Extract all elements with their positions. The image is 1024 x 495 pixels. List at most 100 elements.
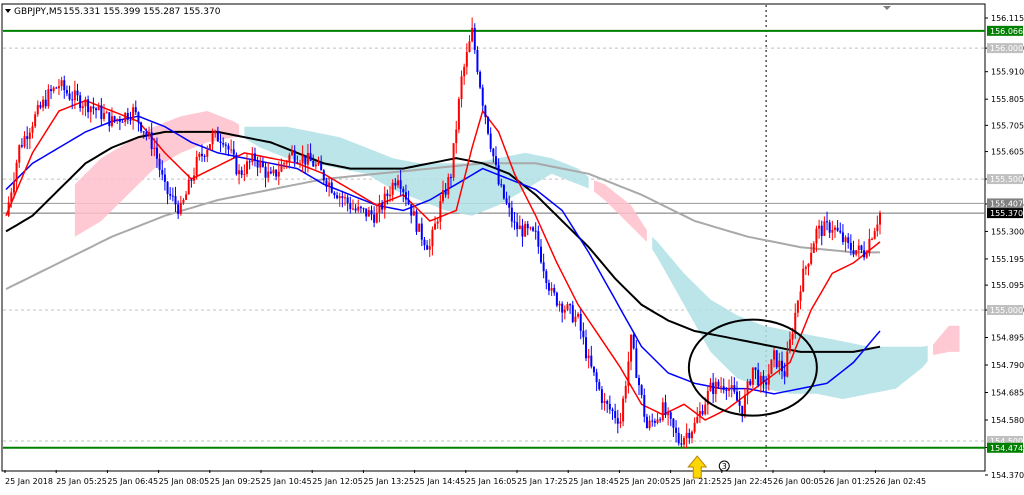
candle-body-bear (510, 207, 513, 222)
price-label-text: 154.474 (990, 444, 1023, 453)
chart-canvas[interactable]: 3 156.115 156.000 155.910 155.805 155.705 155… (0, 0, 1024, 491)
x-tick-label: 25 Jan 12:05 (312, 477, 363, 486)
candle-body-bear (839, 230, 842, 233)
candle-body-bull (187, 179, 190, 195)
x-tick-label: 25 Jan 18:45 (568, 477, 619, 486)
candle-body-bear (370, 210, 373, 215)
x-tick-label: 26 Jan 01:25 (824, 477, 875, 486)
chart-window[interactable]: 3 156.115 156.000 155.910 155.805 155.705 155… (0, 0, 1024, 491)
candle-body-bear (150, 132, 153, 150)
candle-body-bear (92, 106, 95, 109)
candle-body-bear (79, 95, 82, 108)
candle-body-bear (712, 382, 715, 394)
candle-body-bear (680, 443, 683, 445)
candle-body-bull (238, 170, 241, 175)
candle-body-bull (97, 105, 100, 111)
candle-body-bear (126, 112, 129, 120)
candle-body-bull (389, 194, 392, 197)
candle-body-bull (285, 162, 288, 164)
candle-body-bear (346, 197, 349, 204)
candle-body-bull (743, 394, 746, 417)
candle-body-bear (420, 223, 423, 240)
candle-body-bull (693, 422, 696, 432)
candle-body-bear (325, 180, 328, 187)
candle-body-bull (759, 375, 762, 386)
candle-body-bear (232, 149, 235, 155)
candle-body-bear (637, 377, 640, 386)
candle-body-bull (865, 253, 868, 258)
candle-body-bear (749, 381, 752, 385)
candle-body-bear (487, 116, 490, 134)
candle-body-bear (775, 350, 778, 368)
candle-body-bear (253, 153, 256, 161)
candle-body-bull (831, 229, 834, 233)
candle-body-bull (272, 169, 275, 174)
candle-body-bear (142, 131, 145, 133)
candle-body-bear (762, 375, 765, 383)
candle-body-bull (815, 228, 818, 244)
candle-body-bear (781, 360, 784, 372)
candle-body-bull (185, 194, 188, 200)
candle-body-bull (338, 196, 341, 199)
candle-body-bull (876, 224, 879, 232)
candle-body-bear (754, 367, 757, 370)
candle-body-bear (616, 418, 619, 424)
candle-body-bear (68, 93, 71, 100)
candle-body-bear (828, 222, 831, 233)
candle-body-bear (651, 420, 654, 422)
candle-body-bull (198, 153, 201, 157)
candle-body-bear (526, 223, 529, 229)
candle-body-bull (351, 208, 354, 210)
y-tick-label: 154.370 (991, 471, 1024, 480)
candle-body-bull (667, 412, 670, 416)
candle-body-bear (555, 292, 558, 306)
candle-body-bull (259, 161, 262, 168)
candle-body-bear (494, 156, 497, 165)
candle-body-bull (619, 421, 622, 424)
candle-body-bear (163, 174, 166, 182)
candle-body-bull (627, 361, 630, 386)
candle-body-bear (659, 419, 662, 421)
candle-body-bull (375, 212, 378, 223)
candle-body-bull (214, 130, 217, 134)
x-tick-label: 25 Jan 09:25 (210, 477, 261, 486)
candle-body-bull (28, 132, 31, 139)
candle-body-bear (336, 195, 339, 199)
candle-body-bull (124, 112, 127, 122)
candle-body-bull (15, 162, 18, 182)
candle-body-bear (545, 271, 548, 283)
candle-body-bear (219, 141, 222, 144)
candle-body-bull (812, 243, 815, 253)
candle-body-bull (418, 223, 421, 232)
candle-body-bull (60, 80, 63, 87)
candle-body-bear (502, 184, 505, 199)
y-tick-label: 154.895 (991, 334, 1024, 343)
candle-body-bull (18, 145, 21, 163)
candle-body-bear (481, 87, 484, 106)
candle-body-bull (391, 182, 394, 195)
candle-body-bear (783, 371, 786, 377)
candle-body-bull (720, 386, 723, 388)
candle-body-bear (688, 432, 691, 439)
candle-body-bear (513, 221, 516, 223)
candle-body-bear (177, 204, 180, 215)
x-tick-label: 25 Jan 22:45 (722, 477, 773, 486)
candle-body-bull (34, 114, 37, 127)
candle-body-bear (240, 170, 243, 175)
candle-body-bull (367, 210, 370, 217)
candle-body-bear (701, 411, 704, 415)
candle-body-bull (788, 339, 791, 352)
candle-body-bull (298, 163, 301, 165)
candle-body-bear (500, 184, 503, 186)
candle-body-bear (87, 99, 90, 113)
candle-body-bear (65, 90, 68, 94)
candle-body-bull (412, 211, 415, 216)
candle-body-bear (399, 180, 402, 189)
candle-body-bear (129, 119, 132, 121)
candle-body-bull (116, 119, 119, 121)
candle-body-bull (868, 238, 871, 254)
candle-body-bear (635, 348, 638, 378)
x-tick-label: 25 Jan 14:45 (415, 477, 466, 486)
candle-body-bear (590, 355, 593, 367)
plot-area[interactable] (1, 3, 986, 472)
